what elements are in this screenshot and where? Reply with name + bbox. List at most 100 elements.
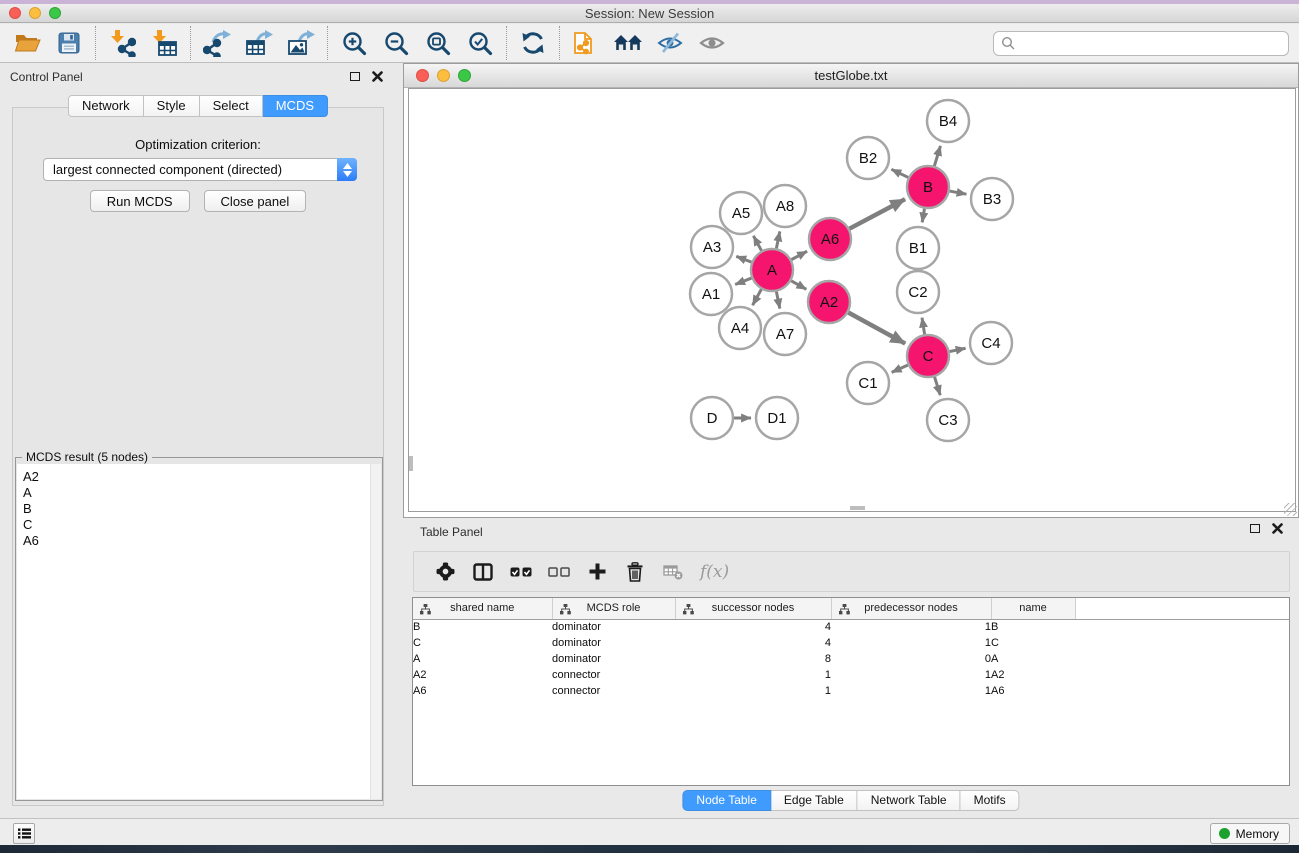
import-network-icon [109, 30, 136, 57]
mcds-result-item[interactable]: B [23, 501, 381, 517]
show-column-button[interactable] [468, 556, 498, 588]
network-view-window: testGlobe.txt B4B2BB3A8A5A6A3B1AC2A1A2A4… [403, 63, 1299, 518]
graph-edge-C-C3[interactable] [935, 377, 941, 395]
memory-button[interactable]: Memory [1210, 823, 1290, 844]
tab-motifs[interactable]: Motifs [961, 790, 1020, 811]
table-cell: dominator [552, 635, 675, 651]
network-canvas[interactable]: B4B2BB3A8A5A6A3B1AC2A1A2A4A7C4CC1DD1C3 [408, 88, 1296, 512]
close-panel-icon[interactable] [372, 71, 383, 82]
row-filler [1075, 635, 1289, 651]
tab-mcds[interactable]: MCDS [263, 95, 328, 117]
refresh-button[interactable] [512, 26, 554, 60]
column-header-MCDS-role[interactable]: MCDS role [552, 598, 675, 619]
home-button[interactable] [607, 26, 649, 60]
graph-node-label: A2 [820, 294, 838, 311]
deselect-all-columns-button[interactable] [544, 556, 574, 588]
task-history-button[interactable] [13, 823, 35, 844]
network-from-file-button[interactable] [565, 26, 607, 60]
graph-node-label: C3 [938, 412, 957, 429]
graph-edge-A-A2[interactable] [791, 281, 806, 290]
zoom-out-button[interactable] [375, 26, 417, 60]
float-panel-icon[interactable] [1250, 524, 1260, 533]
mcds-result-item[interactable]: A2 [23, 469, 381, 485]
control-panel-tabs: Network Style Select MCDS [68, 95, 328, 117]
column-header-predecessor-nodes[interactable]: predecessor nodes [831, 598, 991, 619]
table-row[interactable]: A2connector11A2 [413, 667, 1289, 683]
zoom-network-button[interactable] [458, 69, 471, 82]
close-panel-button[interactable]: Close panel [204, 190, 307, 212]
resize-grip[interactable] [1284, 503, 1297, 516]
horizontal-scroll-thumb[interactable] [850, 506, 865, 510]
column-header-shared-name[interactable]: shared name [413, 598, 552, 619]
table-row[interactable]: Bdominator41B [413, 619, 1289, 635]
delete-table-button[interactable] [658, 556, 688, 588]
graph-edge-A-A1[interactable] [735, 278, 751, 284]
table-cell: 8 [675, 651, 831, 667]
graph-edge-C-C1[interactable] [892, 365, 908, 372]
tab-network[interactable]: Network [68, 95, 144, 117]
vertical-scroll-thumb[interactable] [409, 456, 413, 471]
mcds-result-item[interactable]: A [23, 485, 381, 501]
graph-edge-A-A7[interactable] [776, 292, 779, 309]
graph-edge-A-A5[interactable] [753, 236, 761, 251]
hide-selected-button[interactable] [649, 26, 691, 60]
zoom-selected-button[interactable] [459, 26, 501, 60]
graph-edge-B-B4[interactable] [934, 146, 940, 166]
run-mcds-button[interactable]: Run MCDS [90, 190, 190, 212]
graph-edge-C-C4[interactable] [950, 348, 966, 351]
select-all-columns-button[interactable] [506, 556, 536, 588]
graph-node-label: A8 [776, 198, 794, 215]
tab-network-table[interactable]: Network Table [858, 790, 961, 811]
graph-edge-A-A3[interactable] [736, 256, 751, 262]
graph-edge-B-B3[interactable] [950, 191, 967, 194]
search-field[interactable] [993, 31, 1289, 56]
column-header-name[interactable]: name [991, 598, 1075, 619]
table-row[interactable]: Adominator80A [413, 651, 1289, 667]
export-image-button[interactable] [280, 26, 322, 60]
table-row[interactable]: Cdominator41C [413, 635, 1289, 651]
minimize-network-button[interactable] [437, 69, 450, 82]
open-session-button[interactable] [6, 26, 48, 60]
import-table-button[interactable] [143, 26, 185, 60]
graph-edge-B-B2[interactable] [891, 169, 908, 177]
graph-edge-A-A4[interactable] [753, 289, 762, 305]
table-settings-button[interactable] [430, 556, 460, 588]
show-all-button[interactable] [691, 26, 733, 60]
zoom-in-button[interactable] [333, 26, 375, 60]
function-builder-button[interactable]: f(x) [700, 562, 729, 582]
column-header-successor-nodes[interactable]: successor nodes [675, 598, 831, 619]
network-window-controls [416, 69, 471, 82]
graph-edge-B-B1[interactable] [922, 209, 924, 223]
mcds-result-item[interactable]: C [23, 517, 381, 533]
float-panel-icon[interactable] [350, 72, 360, 81]
search-input[interactable] [1020, 33, 1288, 53]
graph-edge-A-A6[interactable] [791, 251, 807, 259]
window-title: Session: New Session [0, 6, 1299, 21]
tab-edge-table[interactable]: Edge Table [771, 790, 858, 811]
table-cell: B [991, 619, 1075, 635]
mcds-result-item[interactable]: A6 [23, 533, 381, 549]
delete-column-button[interactable] [620, 556, 650, 588]
close-network-button[interactable] [416, 69, 429, 82]
close-panel-icon[interactable] [1272, 523, 1283, 534]
zoom-fit-button[interactable] [417, 26, 459, 60]
graph-edge-C-C2[interactable] [922, 318, 925, 335]
export-table-button[interactable] [238, 26, 280, 60]
graph-edge-A-A8[interactable] [776, 231, 779, 248]
tab-style[interactable]: Style [144, 95, 200, 117]
table-row[interactable]: A6connector11A6 [413, 683, 1289, 699]
table-cell: 1 [831, 619, 991, 635]
optimization-criterion-select[interactable]: largest connected component (directed) [43, 158, 357, 181]
graph-edge-A6-B[interactable] [849, 199, 905, 229]
import-network-button[interactable] [101, 26, 143, 60]
add-column-button[interactable] [582, 556, 612, 588]
save-session-button[interactable] [48, 26, 90, 60]
toolbar-separator [190, 26, 191, 60]
tab-node-table[interactable]: Node Table [682, 790, 771, 811]
export-network-button[interactable] [196, 26, 238, 60]
graph-edge-A2-C[interactable] [848, 313, 905, 344]
memory-status-icon [1219, 828, 1230, 839]
tab-select[interactable]: Select [200, 95, 263, 117]
open-folder-icon [14, 31, 41, 55]
result-list-scrollbar[interactable] [370, 464, 381, 799]
